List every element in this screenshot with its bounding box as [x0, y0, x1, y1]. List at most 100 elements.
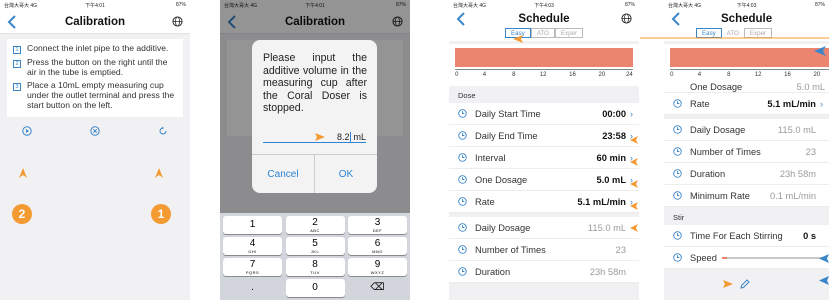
instruction-step: 2 Press the button on the right until th…	[11, 57, 177, 77]
key-2[interactable]: 2 ABC	[285, 216, 345, 234]
clock-icon	[458, 267, 467, 276]
speed-slider[interactable]	[721, 256, 825, 259]
schedule-screen-scrolled: 台灣大哥大 4G 下午4:03 87% Schedule Easy ATO Ex…	[664, 0, 829, 300]
timeline-axis: 0 4 8 12 16 20 24	[455, 69, 633, 83]
daily-start-time-row[interactable]: Daily Start Time 00:00 ›	[449, 103, 639, 125]
arrow-left-icon	[630, 224, 638, 232]
arrow-left-icon	[630, 158, 638, 166]
key-6[interactable]: 6 MNO	[348, 237, 407, 255]
schedule-timeline: 0 4 8 12 16 20	[664, 44, 829, 82]
nav-bar: Schedule	[449, 10, 639, 28]
timeline-bar	[455, 48, 633, 67]
backspace-key[interactable]: ⌫	[348, 279, 407, 297]
schedule-timeline: 0 4 8 12 16 20 24	[449, 44, 639, 86]
speed-row: Speed	[664, 247, 829, 269]
clock-icon	[673, 169, 682, 178]
key-8[interactable]: 8 TUV	[285, 258, 345, 276]
arrow-left-icon	[513, 35, 523, 43]
key-0[interactable]: 0	[285, 279, 345, 297]
arrow-left-icon	[819, 276, 829, 285]
key-5[interactable]: 5 JKL	[285, 237, 345, 255]
section-title: Stir	[673, 213, 685, 222]
daily-dosage-row: Daily Dosage 115.0 mL	[664, 119, 829, 141]
clock-icon	[673, 231, 682, 240]
arrow-right-icon	[723, 280, 733, 288]
page-title: Schedule	[721, 13, 773, 25]
key-1[interactable]: 1	[223, 216, 282, 234]
pencil-icon[interactable]	[739, 278, 751, 290]
chevron-right-icon: ›	[630, 108, 633, 119]
stir-settings-list: Time For Each Stirring 0 s Speed	[664, 225, 829, 269]
step-text: Connect the inlet pipe to the additive.	[27, 43, 169, 53]
stop-button[interactable]	[90, 126, 100, 136]
arrow-up-icon	[155, 168, 163, 178]
clock-icon	[673, 147, 682, 156]
instruction-step: 1 Connect the inlet pipe to the additive…	[11, 43, 177, 54]
back-icon[interactable]	[670, 11, 684, 27]
text-caret	[350, 131, 352, 142]
back-icon[interactable]	[455, 11, 469, 27]
instructions-card: 1 Connect the inlet pipe to the additive…	[7, 39, 183, 117]
clock-icon	[458, 109, 467, 118]
clock-icon	[458, 131, 467, 140]
volume-input[interactable]: 8.2 mL	[263, 131, 366, 143]
step-number: 2	[13, 60, 21, 68]
nav-bar: Schedule	[664, 10, 829, 28]
key-7[interactable]: 7 PQRS	[223, 258, 282, 276]
key-decimal[interactable]: .	[223, 279, 282, 297]
back-icon[interactable]	[6, 14, 20, 30]
clock-icon	[458, 223, 467, 232]
step-badge: 1	[151, 204, 171, 224]
battery: 87%	[814, 2, 825, 8]
nav-bar: Calibration	[0, 10, 190, 34]
rate-row[interactable]: Rate 5.1 mL/min ›	[664, 93, 829, 115]
tab-expert[interactable]: Exper	[554, 28, 584, 38]
clock-icon	[673, 125, 682, 134]
key-9[interactable]: 9 WXYZ	[348, 258, 407, 276]
battery: 87%	[175, 2, 186, 8]
one-dosage-row[interactable]: One Dosage 5.0 mL	[664, 82, 829, 93]
prime-button[interactable]	[158, 126, 168, 136]
duration-row: Duration 23h 58m	[449, 261, 639, 283]
rate-row[interactable]: Rate 5.1 mL/min ›	[449, 191, 639, 213]
tab-ato[interactable]: ATO	[530, 28, 555, 38]
mode-tabs: Easy ATO Exper	[449, 28, 639, 41]
globe-icon[interactable]	[621, 13, 632, 24]
clock-icon	[673, 99, 682, 108]
timeline-axis: 0 4 8 12 16 20	[670, 69, 829, 79]
dialog-message: Please input the additive volume in the …	[263, 52, 367, 115]
numeric-keyboard: 1 2 ABC 3 DEF 4 GHI 5 JKL 6 MNO 7 PQRS 8 TUV 9W…	[220, 213, 410, 300]
arrow-left-icon	[814, 46, 826, 56]
step-badge: 2	[12, 204, 32, 224]
clock-icon	[458, 175, 467, 184]
clock-icon	[673, 253, 682, 262]
arrow-left-icon	[630, 136, 638, 144]
dose-settings-list: Daily Start Time 00:00 › Daily End Time 2…	[449, 103, 639, 283]
key-4[interactable]: 4 GHI	[223, 237, 282, 255]
control-buttons	[0, 117, 190, 136]
calibration-screen: 台灣大哥大 4G 下午4:01 87% Calibration 1 Connec…	[0, 0, 190, 300]
battery: 87%	[624, 2, 635, 8]
ok-button[interactable]: OK	[315, 155, 377, 193]
arrow-left-icon	[819, 254, 829, 263]
volume-dialog: Please input the additive volume in the …	[252, 40, 377, 193]
one-dosage-row[interactable]: One Dosage 5.0 mL ›	[449, 169, 639, 191]
step-text: Place a 10mL empty measuring cup under t…	[27, 80, 175, 110]
key-3[interactable]: 3 DEF	[348, 216, 407, 234]
interval-row[interactable]: Interval 60 min ›	[449, 147, 639, 169]
daily-end-time-row[interactable]: Daily End Time 23:58 ›	[449, 125, 639, 147]
stirring-time-row[interactable]: Time For Each Stirring 0 s	[664, 225, 829, 247]
input-unit: mL	[353, 131, 366, 142]
step-number: 3	[13, 83, 21, 91]
timeline-bar	[670, 48, 829, 67]
globe-icon[interactable]	[172, 16, 183, 27]
page-title: Calibration	[64, 15, 126, 28]
arrow-up-icon	[19, 168, 27, 178]
daily-dosage-row: Daily Dosage 115.0 mL	[449, 217, 639, 239]
arrow-left-icon	[630, 180, 638, 188]
step-text: Press the button on the right until the …	[27, 57, 168, 77]
cancel-button[interactable]: Cancel	[252, 155, 314, 193]
screenshot-collage: 台灣大哥大 4G 下午4:01 87% Calibration 1 Connec…	[0, 0, 829, 300]
start-button[interactable]	[22, 126, 32, 136]
carrier: 台灣大哥大 4G	[668, 2, 702, 9]
